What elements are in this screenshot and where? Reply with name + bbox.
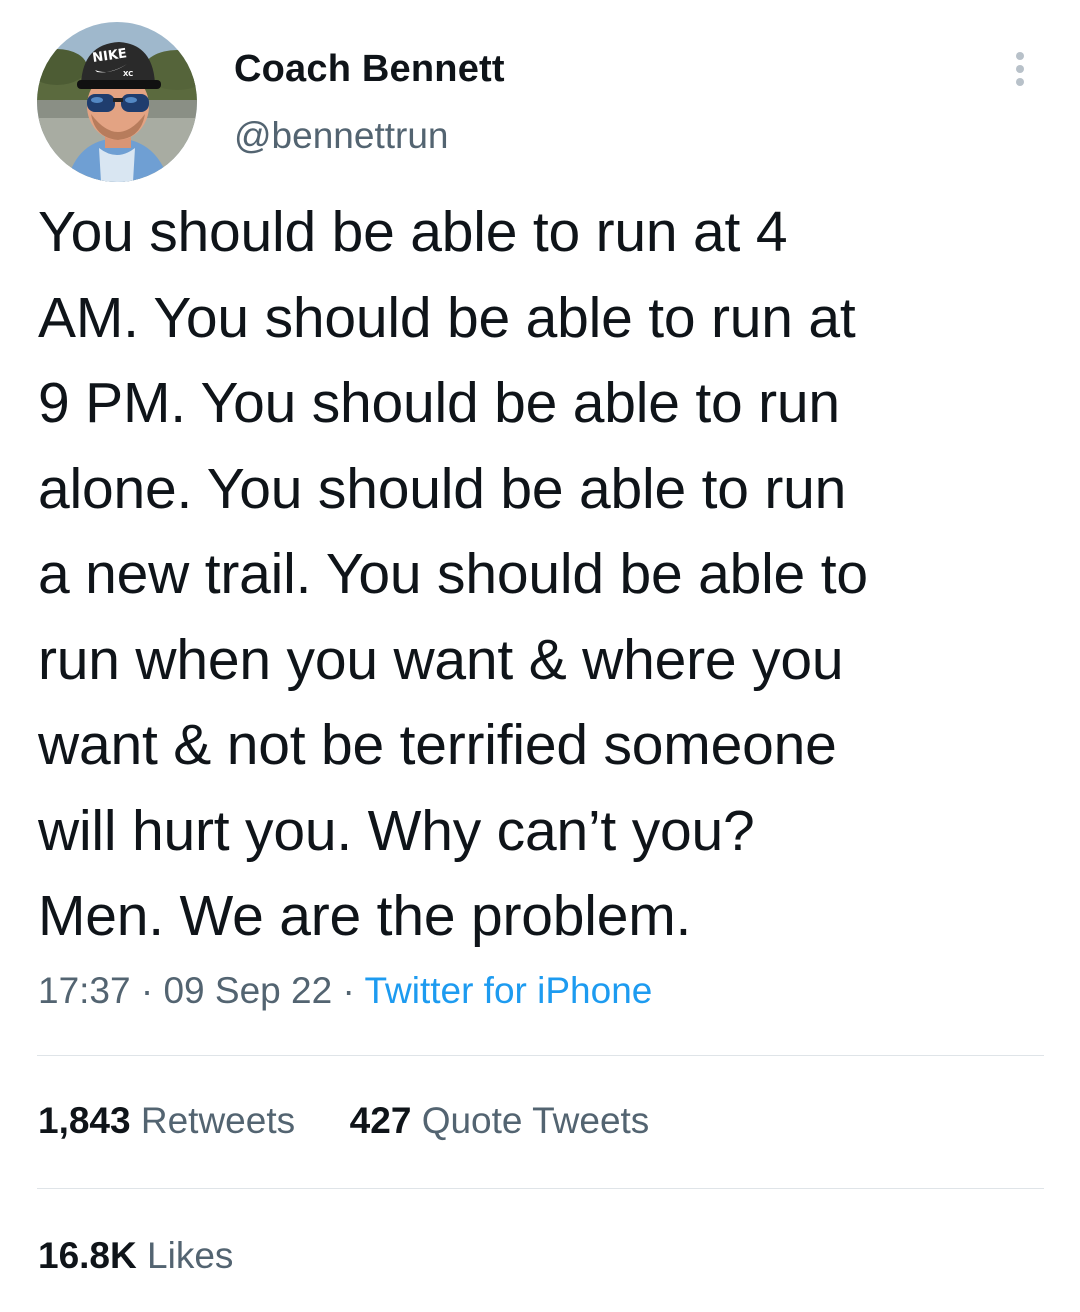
quote-tweets-count: 427 [349,1100,412,1141]
divider [37,1188,1044,1189]
more-options-icon [1016,78,1024,86]
tweet-text: You should be able to run at 4 AM. You s… [38,190,1048,960]
retweets-label: Retweets [140,1100,296,1141]
likes-label: Likes [147,1235,234,1276]
tweet-text-line: You should be able to run at 4 [38,200,788,264]
more-options-button[interactable] [1002,46,1038,92]
tweet-text-line: alone. You should be able to run [38,456,847,521]
likes-stat[interactable]: 16.8K Likes [38,1235,233,1276]
likes-count: 16.8K [38,1235,137,1276]
more-options-icon [1016,52,1024,60]
meta-separator: · [140,970,154,1011]
tweet-source-link[interactable]: Twitter for iPhone [364,970,652,1011]
meta-separator: · [342,970,355,1011]
more-options-icon [1016,65,1024,73]
tweet-text-line: a new trail. You should be able to [38,542,868,606]
quote-tweets-label: Quote Tweets [421,1100,650,1141]
likes-row: 16.8K Likes [38,1235,233,1277]
tweet-text-line: run when you want & where you [38,627,844,692]
tweet-date[interactable]: 09 Sep 22 [163,970,332,1011]
avatar[interactable]: NIKE XC [37,22,197,182]
engagement-stats: 1,843 Retweets 427 Quote Tweets [38,1100,649,1142]
retweets-stat[interactable]: 1,843 Retweets [38,1100,305,1141]
retweets-count: 1,843 [38,1100,131,1141]
tweet-text-line: want & not be terrified someone [38,713,837,777]
avatar-cap-subtext: XC [123,70,133,78]
tweet-detail: NIKE XC Coach Bennett @bennettrun You sh… [0,0,1080,1312]
tweet-text-line: AM. You should be able to run at [38,285,856,350]
tweet-text-line: 9 PM. You should be able to run [38,371,840,435]
author-name[interactable]: Coach Bennett [234,48,505,91]
divider [37,1055,1044,1056]
tweet-meta: 17:37 · 09 Sep 22 · Twitter for iPhone [38,970,652,1012]
tweet-text-line: Men. We are the problem. [38,884,692,948]
tweet-text-line: will hurt you. Why can’t you? [38,798,755,863]
author-handle[interactable]: @bennettrun [234,115,448,157]
tweet-time[interactable]: 17:37 [38,970,131,1011]
avatar-image: NIKE XC [37,22,197,182]
quote-tweets-stat[interactable]: 427 Quote Tweets [350,1100,650,1141]
